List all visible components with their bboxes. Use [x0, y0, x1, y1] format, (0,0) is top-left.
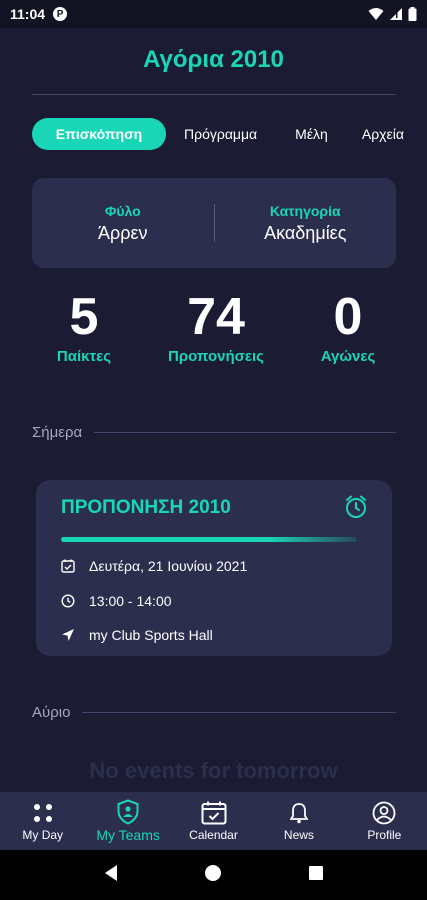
battery-icon: [408, 7, 417, 21]
event-time: 13:00 - 14:00: [89, 593, 172, 609]
nav-label: My Teams: [96, 827, 160, 843]
stat-trainings-label: Προπονήσεις: [168, 348, 264, 365]
location-arrow-icon: [61, 628, 75, 642]
team-shield-icon: [116, 799, 140, 825]
bell-icon: [289, 800, 308, 826]
calendar-icon: [201, 800, 227, 826]
tab-overview[interactable]: Επισκόπηση: [32, 118, 166, 150]
gender-label: Φύλο: [104, 202, 141, 219]
nav-profile[interactable]: Profile: [342, 792, 427, 850]
event-date: Δευτέρα, 21 Ιουνίου 2021: [89, 558, 248, 574]
clock-icon: [61, 594, 75, 608]
nav-calendar[interactable]: Calendar: [171, 792, 256, 850]
gender-value: Άρρεν: [97, 222, 148, 243]
gender-info: Φύλο Άρρεν: [32, 203, 214, 244]
stat-matches-value: 0: [333, 288, 363, 346]
nav-my-teams[interactable]: My Teams: [85, 792, 170, 850]
tab-files[interactable]: Αρχεία: [362, 118, 404, 150]
section-today-label: Σήμερα: [32, 424, 83, 441]
event-location: my Club Sports Hall: [89, 627, 213, 643]
app-notification-icon: P: [53, 7, 68, 21]
nav-label: Calendar: [189, 828, 238, 842]
nav-label: My Day: [22, 828, 64, 842]
team-stats: 5 Παίκτες 74 Προπονήσεις 0 Αγώνες: [32, 288, 396, 378]
section-tomorrow-label: Αύριο: [32, 704, 71, 721]
event-date-row: Δευτέρα, 21 Ιουνίου 2021: [61, 558, 247, 574]
title-divider: [32, 94, 396, 95]
alarm-clock-icon[interactable]: [344, 494, 368, 525]
category-info: Κατηγορία Ακαδημίες: [215, 203, 397, 244]
team-info-card: Φύλο Άρρεν Κατηγορία Ακαδημίες: [32, 178, 396, 268]
nav-my-day[interactable]: My Day: [0, 792, 85, 850]
system-nav-bar: [0, 850, 427, 900]
tab-bar: Επισκόπηση Πρόγραμμα Μέλη Αρχεία: [32, 118, 427, 150]
event-card[interactable]: ΠΡΟΠΟΝΗΣΗ 2010 Δευτέρα, 21 Ιουνίου 2021 …: [36, 480, 392, 656]
nav-news[interactable]: News: [256, 792, 341, 850]
category-value: Ακαδημίες: [264, 222, 347, 243]
event-time-row: 13:00 - 14:00: [61, 593, 172, 609]
tab-schedule[interactable]: Πρόγραμμα: [184, 118, 257, 150]
event-title: ΠΡΟΠΟΝΗΣΗ 2010: [61, 497, 231, 518]
event-progress-bar: [61, 537, 357, 542]
empty-state-text: No events for tomorrow: [89, 758, 338, 783]
status-icons: [368, 7, 417, 21]
back-icon[interactable]: [103, 864, 119, 887]
profile-icon: [372, 800, 396, 826]
stat-players-label: Παίκτες: [56, 348, 112, 365]
section-tomorrow: Αύριο: [32, 704, 396, 721]
tab-members[interactable]: Μέλη: [295, 118, 328, 150]
section-divider: [82, 712, 396, 713]
stat-matches[interactable]: 0 Αγώνες: [300, 288, 396, 365]
section-today: Σήμερα: [32, 424, 396, 441]
stat-players-value: 5: [69, 288, 99, 346]
event-location-row: my Club Sports Hall: [61, 627, 213, 643]
status-time: 11:04: [10, 6, 46, 22]
stat-trainings[interactable]: 74 Προπονήσεις: [156, 288, 276, 365]
page-title: Αγόρια 2010: [143, 46, 284, 73]
nav-label: News: [283, 828, 314, 842]
stat-players[interactable]: 5 Παίκτες: [32, 288, 136, 365]
wifi-icon: [368, 8, 384, 20]
signal-icon: [390, 8, 402, 20]
calendar-check-icon: [61, 559, 75, 573]
grid-icon: [32, 800, 54, 826]
stat-matches-label: Αγώνες: [320, 348, 376, 365]
recents-icon[interactable]: [308, 865, 324, 886]
nav-label: Profile: [367, 828, 402, 842]
category-label: Κατηγορία: [269, 202, 341, 219]
stat-trainings-value: 74: [187, 288, 245, 346]
home-icon[interactable]: [204, 864, 222, 887]
status-bar: 11:04 P: [0, 0, 427, 28]
section-divider: [94, 432, 396, 433]
bottom-nav: My Day My Teams Calendar News Profile: [0, 792, 427, 850]
